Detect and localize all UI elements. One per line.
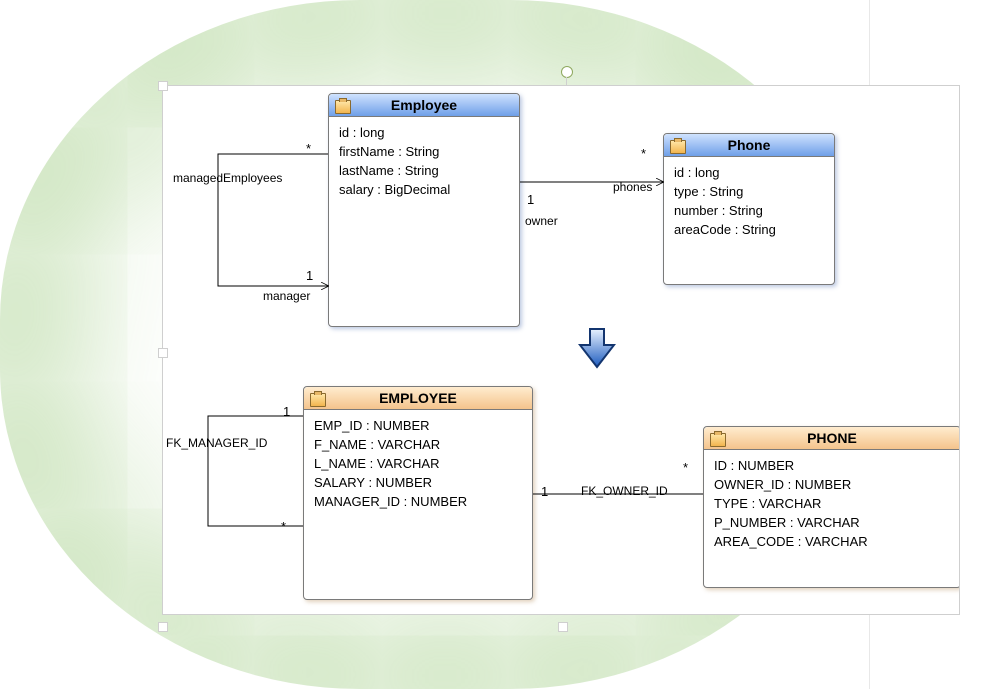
- fk-label: FK_OWNER_ID: [581, 484, 668, 498]
- rotate-handle-icon[interactable]: [561, 66, 573, 78]
- mult-one: 1: [541, 484, 548, 499]
- mult-one: 1: [283, 404, 290, 419]
- assoc-role: owner: [525, 214, 558, 228]
- class-attributes: id : long firstName : String lastName : …: [329, 117, 519, 205]
- table-columns: EMP_ID : NUMBER F_NAME : VARCHAR L_NAME …: [304, 410, 532, 517]
- fk-label: FK_MANAGER_ID: [166, 436, 267, 450]
- table-title: EMPLOYEE: [304, 387, 532, 410]
- down-arrow-icon: [578, 327, 616, 369]
- resize-handle-icon[interactable]: [558, 622, 568, 632]
- col: EMP_ID : NUMBER: [314, 416, 522, 435]
- table-columns: ID : NUMBER OWNER_ID : NUMBER TYPE : VAR…: [704, 450, 959, 557]
- entity-icon: [335, 100, 351, 114]
- attr: firstName : String: [339, 142, 509, 161]
- table-title: PHONE: [704, 427, 959, 450]
- class-attributes: id : long type : String number : String …: [664, 157, 834, 245]
- mult-star: *: [281, 519, 286, 534]
- col: MANAGER_ID : NUMBER: [314, 492, 522, 511]
- entity-icon: [310, 393, 326, 407]
- attr: type : String: [674, 182, 824, 201]
- col: AREA_CODE : VARCHAR: [714, 532, 950, 551]
- col: OWNER_ID : NUMBER: [714, 475, 950, 494]
- entity-icon: [670, 140, 686, 154]
- diagram-surface: Employee id : long firstName : String la…: [163, 86, 959, 614]
- mult-star: *: [306, 141, 311, 156]
- attr: areaCode : String: [674, 220, 824, 239]
- col: ID : NUMBER: [714, 456, 950, 475]
- col: F_NAME : VARCHAR: [314, 435, 522, 454]
- class-title: Phone: [664, 134, 834, 157]
- attr: lastName : String: [339, 161, 509, 180]
- table-phone[interactable]: PHONE ID : NUMBER OWNER_ID : NUMBER TYPE…: [703, 426, 959, 588]
- entity-icon: [710, 433, 726, 447]
- attr: id : long: [674, 163, 824, 182]
- attr: salary : BigDecimal: [339, 180, 509, 199]
- resize-handle-icon[interactable]: [158, 81, 168, 91]
- attr: number : String: [674, 201, 824, 220]
- resize-handle-icon[interactable]: [158, 348, 168, 358]
- mult-star: *: [641, 146, 646, 161]
- assoc-role: phones: [613, 180, 652, 194]
- attr: id : long: [339, 123, 509, 142]
- col: L_NAME : VARCHAR: [314, 454, 522, 473]
- class-phone[interactable]: Phone id : long type : String number : S…: [663, 133, 835, 285]
- mult-one: 1: [306, 268, 313, 283]
- mult-star: *: [683, 460, 688, 475]
- assoc-role: managedEmployees: [173, 171, 282, 185]
- assoc-role: manager: [263, 289, 310, 303]
- class-title: Employee: [329, 94, 519, 117]
- mult-one: 1: [527, 192, 534, 207]
- class-employee[interactable]: Employee id : long firstName : String la…: [328, 93, 520, 327]
- selected-image-frame[interactable]: Employee id : long firstName : String la…: [162, 85, 960, 615]
- resize-handle-icon[interactable]: [158, 622, 168, 632]
- col: P_NUMBER : VARCHAR: [714, 513, 950, 532]
- col: TYPE : VARCHAR: [714, 494, 950, 513]
- table-employee[interactable]: EMPLOYEE EMP_ID : NUMBER F_NAME : VARCHA…: [303, 386, 533, 600]
- col: SALARY : NUMBER: [314, 473, 522, 492]
